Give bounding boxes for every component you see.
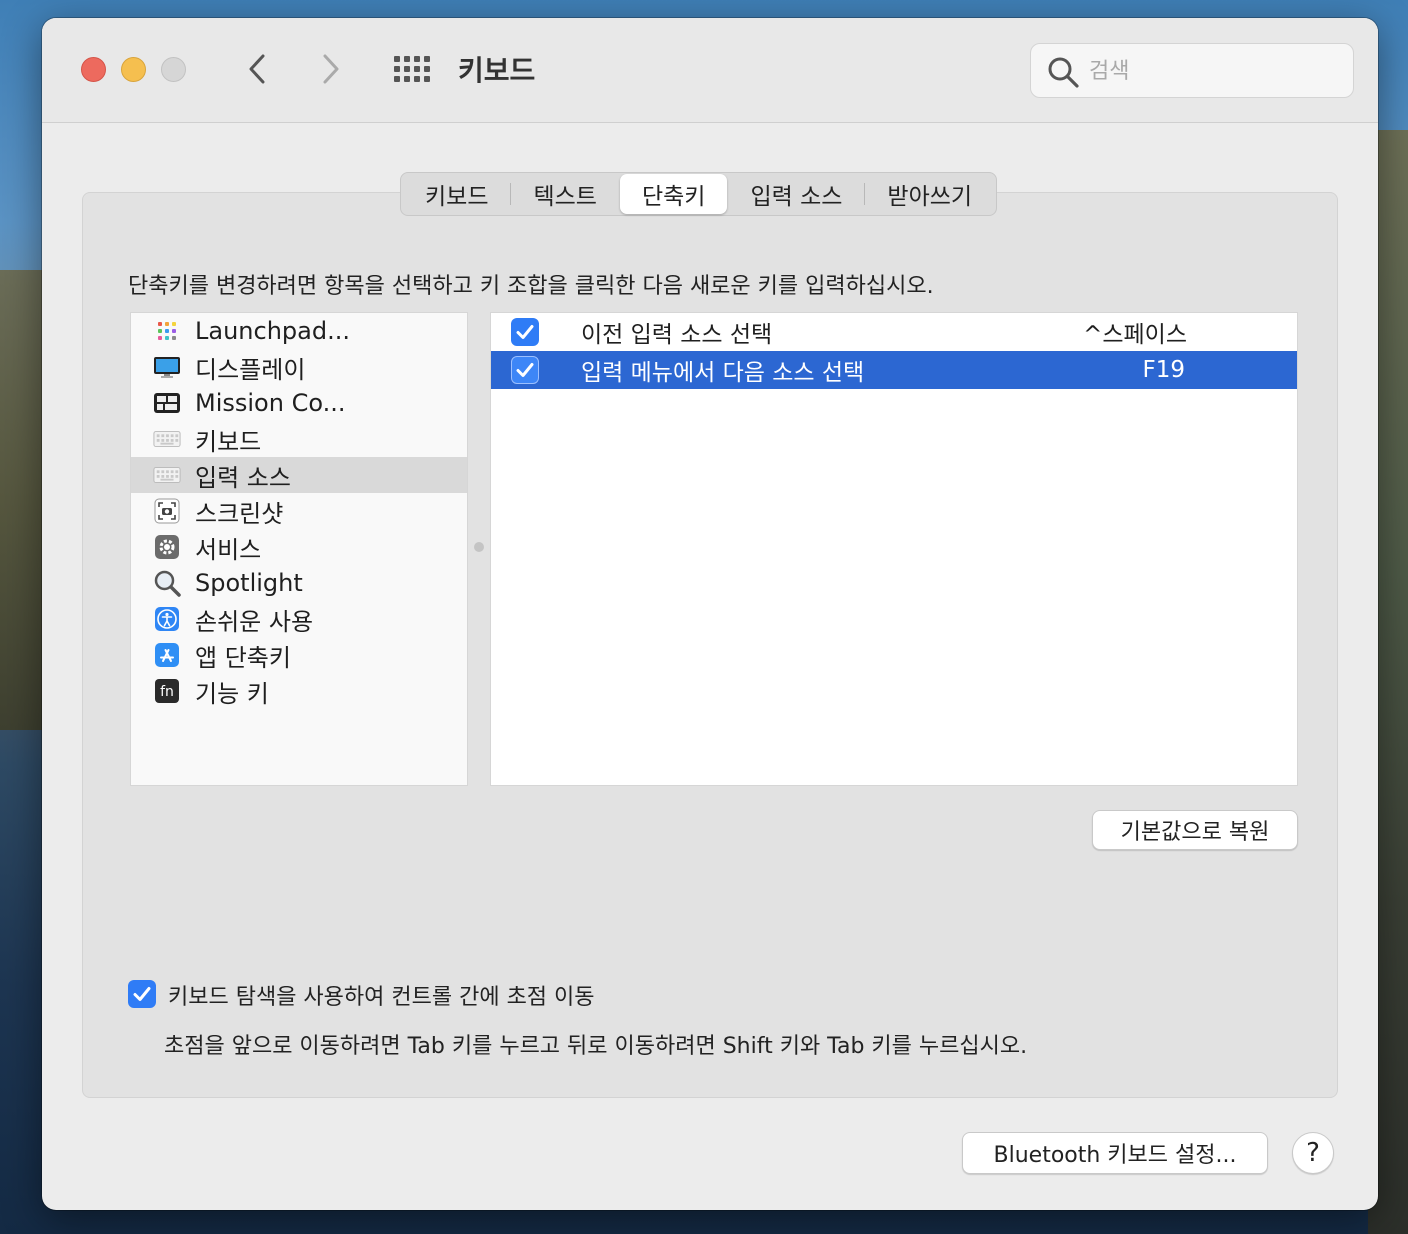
keyboard-navigation-label[interactable]: 키보드 탐색을 사용하여 컨트롤 간에 초점 이동 — [168, 979, 595, 1011]
checkmark-icon — [516, 325, 534, 339]
shortcut-row[interactable]: 이전 입력 소스 선택 ^스페이스 — [491, 313, 1297, 351]
keyboard-icon — [153, 425, 181, 453]
shortcut-label: 입력 메뉴에서 다음 소스 선택 — [581, 360, 865, 386]
sidebar-item-display[interactable]: 디스플레이 — [131, 349, 467, 385]
sidebar-item-spotlight[interactable]: Spotlight — [131, 565, 467, 601]
back-button[interactable] — [240, 52, 274, 86]
sidebar-item-services[interactable]: 서비스 — [131, 529, 467, 565]
sidebar-item-label: Launchpad... — [195, 317, 350, 345]
sidebar-item-label: 스크린샷 — [195, 499, 284, 528]
sidebar-item-label: 앱 단축키 — [195, 643, 291, 672]
sidebar-item-label: 입력 소스 — [195, 463, 291, 492]
zoom-button[interactable] — [161, 57, 186, 82]
sidebar-item-launchpad[interactable]: Launchpad... — [131, 313, 467, 349]
titlebar: 키보드 — [42, 18, 1378, 123]
keyboard-preferences-window: 키보드 키보드 텍스트 단축키 입력 소스 받아쓰기 단축키를 변경하려면 항목… — [42, 18, 1378, 1210]
sidebar-item-label: 키보드 — [195, 427, 262, 456]
restore-defaults-button[interactable]: 기본값으로 복원 — [1092, 810, 1298, 850]
search-icon — [1048, 57, 1079, 88]
shortcut-enabled-checkbox[interactable] — [511, 356, 539, 384]
sidebar-item-mission-control[interactable]: Mission Co... — [131, 385, 467, 421]
tab-dictation[interactable]: 받아쓰기 — [865, 174, 994, 214]
forward-button[interactable] — [314, 52, 348, 86]
keyboard-navigation-help-text: 초점을 앞으로 이동하려면 Tab 키를 누르고 뒤로 이동하려면 Shift … — [164, 1034, 1028, 1059]
checkmark-icon — [133, 987, 151, 1001]
sidebar-item-label: 서비스 — [195, 535, 262, 564]
tab-bar: 키보드 텍스트 단축키 입력 소스 받아쓰기 — [400, 172, 998, 216]
help-button[interactable]: ? — [1292, 1132, 1334, 1174]
svg-text:fn: fn — [160, 684, 174, 700]
tab-shortcuts[interactable]: 단축키 — [619, 174, 728, 214]
display-icon — [153, 353, 181, 381]
shortcut-enabled-checkbox[interactable] — [511, 318, 539, 346]
split-view-handle[interactable] — [474, 542, 484, 552]
sidebar-item-label: 손쉬운 사용 — [195, 607, 314, 636]
window-title: 키보드 — [458, 54, 536, 87]
mission-control-icon — [153, 389, 181, 417]
bluetooth-keyboard-setup-button[interactable]: Bluetooth 키보드 설정... — [962, 1132, 1268, 1174]
minimize-button[interactable] — [121, 57, 146, 82]
shortcut-list: 이전 입력 소스 선택 ^스페이스 입력 메뉴에서 다음 소스 선택 F19 — [490, 312, 1298, 786]
desktop-wallpaper-left — [0, 270, 42, 730]
sidebar-item-keyboard[interactable]: 키보드 — [131, 421, 467, 457]
shortcut-category-list: Launchpad... 디스플레이 Mission Co... 키보드 입력 … — [130, 312, 468, 786]
tab-input-sources[interactable]: 입력 소스 — [728, 174, 864, 214]
checkmark-icon — [516, 363, 534, 377]
launchpad-icon — [153, 317, 181, 345]
sidebar-item-label: 기능 키 — [195, 679, 269, 708]
sidebar-item-label: Spotlight — [195, 569, 303, 597]
search-field[interactable] — [1030, 43, 1354, 98]
accessibility-icon — [153, 605, 181, 633]
sidebar-item-accessibility[interactable]: 손쉬운 사용 — [131, 601, 467, 637]
sidebar-item-input-sources[interactable]: 입력 소스 — [131, 457, 467, 493]
sidebar-item-label: 디스플레이 — [195, 355, 306, 384]
search-input[interactable] — [1089, 54, 1339, 88]
services-gear-icon — [153, 533, 181, 561]
keyboard-navigation-checkbox[interactable] — [128, 980, 156, 1008]
sidebar-item-app-shortcuts[interactable]: 앱 단축키 — [131, 637, 467, 673]
sidebar-item-label: Mission Co... — [195, 389, 346, 417]
screenshot-icon — [153, 497, 181, 525]
shortcut-key-combo[interactable]: ^스페이스 — [1083, 315, 1187, 349]
close-button[interactable] — [81, 57, 106, 82]
fn-key-icon: fn — [153, 677, 181, 705]
spotlight-icon — [153, 569, 181, 597]
shortcut-label: 이전 입력 소스 선택 — [581, 322, 773, 348]
chevron-right-icon — [323, 54, 339, 84]
shortcut-row[interactable]: 입력 메뉴에서 다음 소스 선택 F19 — [491, 351, 1297, 389]
tab-keyboard[interactable]: 키보드 — [403, 174, 510, 214]
chevron-left-icon — [249, 54, 265, 84]
instruction-text: 단축키를 변경하려면 항목을 선택하고 키 조합을 클릭한 다음 새로운 키를 … — [128, 274, 934, 299]
shortcut-key-combo[interactable]: F19 — [1143, 357, 1186, 383]
app-store-icon — [153, 641, 181, 669]
input-sources-icon — [153, 461, 181, 489]
tab-text[interactable]: 텍스트 — [511, 174, 618, 214]
sidebar-item-screenshots[interactable]: 스크린샷 — [131, 493, 467, 529]
show-all-grid-icon[interactable] — [392, 52, 432, 86]
sidebar-item-function-keys[interactable]: fn 기능 키 — [131, 673, 467, 709]
